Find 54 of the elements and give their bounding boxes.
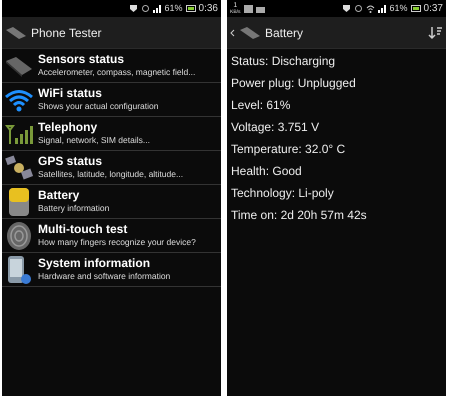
item-subtitle: Signal, network, SIM details... [38,134,150,146]
list-item[interactable]: Telephony Signal, network, SIM details... [2,117,221,151]
sync-icon [354,4,363,13]
list-item[interactable]: Battery Battery information [2,185,221,219]
clock-time: 0:36 [198,2,218,16]
sync-icon [140,4,150,13]
sort-icon[interactable] [427,26,443,40]
list-item[interactable]: System information Hardware and software information [2,253,221,287]
battery-icon [186,5,196,12]
list-item[interactable]: Multi-touch test How many fingers recognize your device? [2,219,221,253]
info-line: Voltage: 3.751 V [231,119,320,136]
back-icon[interactable] [230,28,235,36]
fingerprint-icon [4,220,34,250]
chip-icon [4,54,34,76]
info-line: Power plug: Unplugged [231,75,357,92]
wifi-icon [366,4,375,13]
info-line: Temperature: 32.0° C [231,141,346,158]
item-subtitle: Satellites, latitude, longitude, altitude... [38,168,184,180]
info-line: Status: Discharging [231,53,336,70]
battery-icon [410,5,421,12]
signal-icon [378,4,387,13]
item-title: Telephony [38,120,98,134]
list-item[interactable]: WiFi status Shows your actual configuration [2,83,221,117]
info-line: Health: Good [231,163,303,180]
battery-percent: 61% [164,2,183,15]
item-subtitle: How many fingers recognize your device? [38,236,196,248]
app-icon [5,26,27,40]
item-subtitle: Hardware and software information [38,270,170,282]
wifi-icon [4,88,34,112]
item-title: Sensors status [38,52,126,66]
shield-icon [128,4,138,13]
clock-time: 0:37 [424,2,443,16]
item-subtitle: Accelerometer, compass, magnetic field... [38,66,196,78]
screen-title: Phone Tester [31,24,102,42]
item-title: Multi-touch test [38,222,128,236]
info-line: Technology: Li-poly [231,185,335,202]
info-line: Level: 61% [231,97,292,114]
item-title: GPS status [38,154,104,168]
app-icon [239,26,261,40]
battery-percent: 61% [390,2,408,15]
satellite-icon [4,154,34,180]
list-item[interactable]: GPS status Satellites, latitude, longitude, altitude... [2,151,221,185]
screen-title: Battery [265,24,304,42]
info-line: Time on: 2d 20h 57m 42s [231,207,368,224]
item-title: Battery [38,188,80,202]
image-icon [244,4,253,12]
list-item[interactable]: Sensors status Accelerometer, compass, magnetic field... [2,49,221,83]
shield-icon [342,4,351,13]
item-subtitle: Shows your actual configuration [38,100,158,112]
item-title: WiFi status [38,86,103,100]
signal-icon [152,4,162,13]
item-subtitle: Battery information [38,202,110,214]
item-title: System information [38,256,152,270]
bag-icon [256,4,265,12]
